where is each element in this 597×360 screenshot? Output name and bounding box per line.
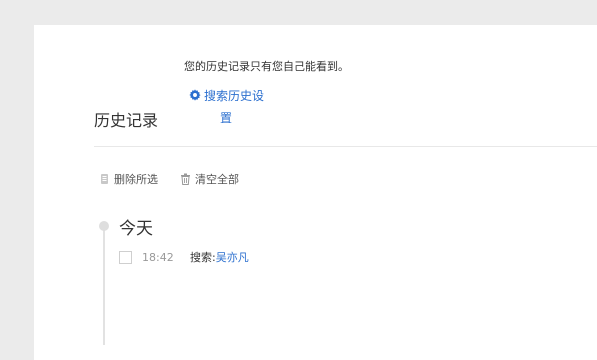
privacy-note: 您的历史记录只有您自己能看到。: [184, 60, 349, 73]
settings-link-label-continued: 置: [220, 111, 233, 125]
page-title: 历史记录: [94, 111, 159, 130]
trash-icon: [181, 173, 190, 185]
history-panel: 您的历史记录只有您自己能看到。 搜索历史设 置 历史记录 删除所选 清空全部 今…: [34, 25, 597, 360]
gear-icon: [189, 89, 201, 101]
clear-all-label: 清空全部: [195, 173, 239, 186]
entry-time: 18:42: [142, 250, 174, 264]
history-entry: 18:42 搜索: 吴亦凡: [119, 249, 249, 265]
settings-link-label: 搜索历史设: [204, 89, 265, 103]
delete-selected-button[interactable]: 删除所选: [99, 171, 158, 187]
delete-selected-label: 删除所选: [114, 173, 158, 186]
timeline-line: [103, 225, 105, 345]
day-heading: 今天: [119, 219, 153, 239]
clear-all-button[interactable]: 清空全部: [180, 171, 239, 187]
search-history-settings-link[interactable]: 搜索历史设 置: [189, 85, 269, 129]
eraser-icon: [101, 174, 108, 184]
entry-checkbox[interactable]: [119, 250, 132, 264]
header-divider: [94, 146, 597, 147]
entry-prefix: 搜索:: [190, 251, 216, 264]
timeline-dot: [99, 221, 109, 231]
entry-query-link[interactable]: 吴亦凡: [216, 249, 249, 265]
